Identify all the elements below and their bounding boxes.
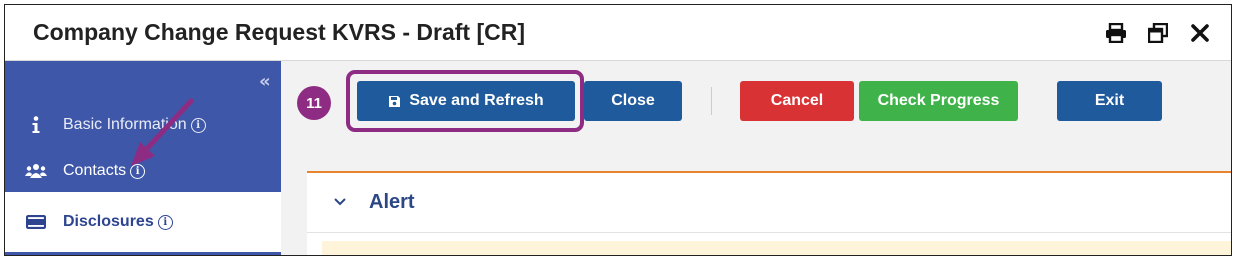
check-progress-button[interactable]: Check Progress: [859, 81, 1018, 121]
main-content: 11 Save and Refresh Close Cancel Check P…: [281, 61, 1231, 255]
info-circle-icon: i: [190, 117, 206, 133]
title-bar: Company Change Request KVRS - Draft [CR]: [5, 5, 1231, 61]
collapse-sidebar-icon[interactable]: «: [259, 71, 271, 92]
window-title: Company Change Request KVRS - Draft [CR]: [33, 19, 525, 45]
sidebar-item-basic-information[interactable]: Basic Information i: [5, 101, 281, 149]
sidebar-item-label: Disclosures: [63, 213, 154, 230]
step-highlight-box: [346, 70, 584, 132]
sidebar-nav: « Basic Information i Contacts i Disclos…: [5, 61, 281, 255]
close-button[interactable]: Close: [584, 81, 682, 121]
info-circle-icon: i: [157, 214, 173, 230]
sidebar-item-label: Contacts: [63, 162, 127, 179]
step-number-badge: 11: [297, 86, 331, 120]
alert-panel-title: Alert: [369, 191, 415, 213]
print-icon[interactable]: [1105, 22, 1127, 44]
toolbar-divider: [711, 87, 712, 115]
dialog-window: Company Change Request KVRS - Draft [CR]: [4, 4, 1232, 256]
alert-message-box: [322, 241, 1231, 255]
alert-panel-header[interactable]: Alert: [307, 173, 1231, 233]
exit-button[interactable]: Exit: [1057, 81, 1162, 121]
sidebar-item-label: Basic Information: [63, 116, 187, 133]
users-icon: [23, 163, 49, 179]
info-icon: [23, 116, 49, 134]
restore-window-icon[interactable]: [1147, 22, 1169, 44]
card-icon: [23, 215, 49, 229]
alert-panel: Alert: [307, 171, 1231, 255]
sidebar-item-contacts[interactable]: Contacts i: [5, 150, 281, 192]
info-circle-icon: i: [130, 163, 146, 179]
cancel-button[interactable]: Cancel: [740, 81, 854, 121]
chevron-down-icon[interactable]: [333, 194, 347, 212]
sidebar-item-disclosures[interactable]: Disclosures i: [5, 192, 281, 252]
close-icon[interactable]: [1189, 22, 1211, 44]
window-controls: [1105, 22, 1211, 44]
